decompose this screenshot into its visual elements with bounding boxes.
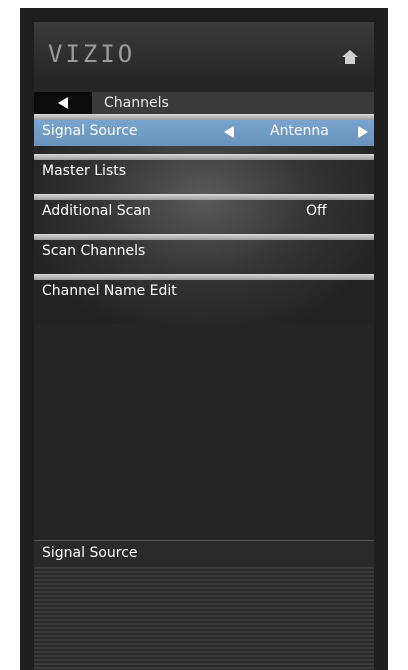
- vizio-logo: VIZIO: [48, 40, 136, 68]
- menu-list: Signal Source Antenna Master Lists Addit…: [34, 114, 374, 324]
- row-divider: [34, 154, 374, 160]
- left-arrow-icon[interactable]: [224, 126, 234, 138]
- menu-item-label: Additional Scan: [42, 203, 151, 219]
- menu-item-channel-name-edit[interactable]: Channel Name Edit: [34, 274, 374, 306]
- menu-item-label: Channel Name Edit: [42, 283, 177, 299]
- row-divider: [34, 194, 374, 200]
- channels-menu-panel: VIZIO Channels Signal Source Antenna Mas…: [34, 22, 374, 670]
- back-button[interactable]: [34, 92, 92, 114]
- menu-item-additional-scan[interactable]: Additional Scan Off: [34, 194, 374, 226]
- menu-item-label: Scan Channels: [42, 243, 146, 259]
- help-description-area: [34, 567, 374, 670]
- header: VIZIO: [34, 22, 374, 80]
- right-arrow-icon[interactable]: [358, 126, 368, 138]
- tv-screen-frame: VIZIO Channels Signal Source Antenna Mas…: [20, 8, 388, 670]
- help-title-bar: Signal Source: [34, 540, 374, 567]
- help-title: Signal Source: [42, 545, 138, 561]
- row-divider: [34, 274, 374, 280]
- row-divider: [34, 114, 374, 120]
- menu-title: Channels: [104, 95, 169, 111]
- menu-item-label: Signal Source: [42, 123, 138, 139]
- row-divider: [34, 234, 374, 240]
- additional-scan-value: Off: [306, 203, 327, 219]
- menu-item-scan-channels[interactable]: Scan Channels: [34, 234, 374, 266]
- menu-title-bar: Channels: [34, 92, 374, 114]
- menu-item-master-lists[interactable]: Master Lists: [34, 154, 374, 186]
- home-icon[interactable]: [342, 50, 358, 64]
- left-arrow-icon: [58, 97, 68, 109]
- menu-item-label: Master Lists: [42, 163, 127, 179]
- menu-item-signal-source[interactable]: Signal Source Antenna: [34, 114, 374, 146]
- signal-source-value: Antenna: [270, 123, 329, 139]
